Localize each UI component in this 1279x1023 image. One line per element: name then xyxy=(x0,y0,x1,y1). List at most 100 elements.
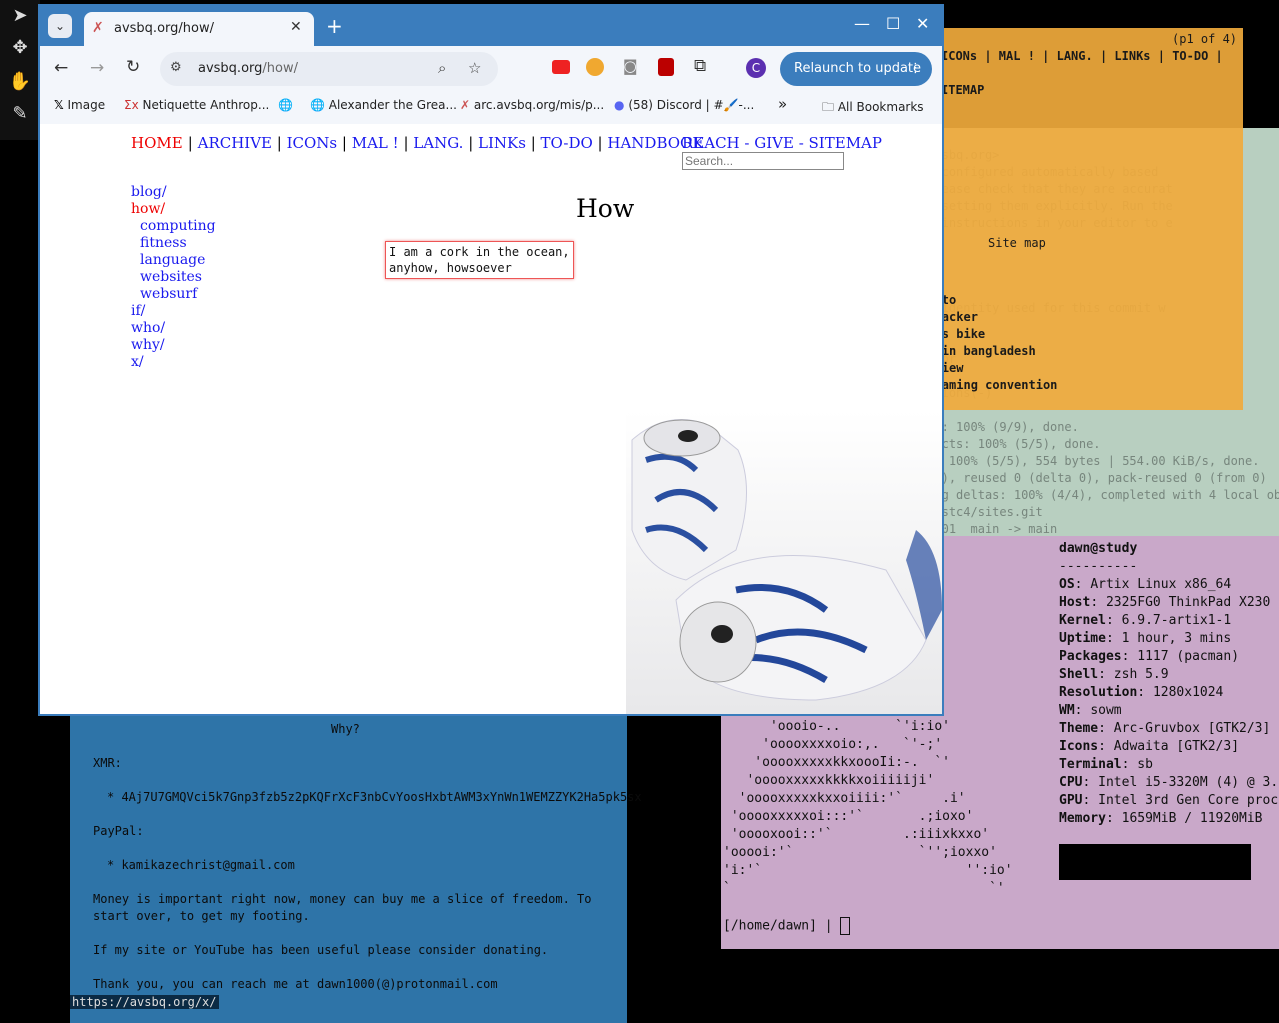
site-nav: HOME | ARCHIVE | ICONs | MAL ! | LANG. |… xyxy=(131,133,704,152)
relaunch-button[interactable]: Relaunch to update ⋮ xyxy=(780,52,932,86)
camera-icon[interactable]: ◙ xyxy=(623,57,638,75)
nav-link[interactable]: ICONs xyxy=(287,134,338,152)
maximize-icon[interactable]: ☐ xyxy=(886,14,900,33)
search-input[interactable] xyxy=(682,152,844,170)
sidebar-sub-item[interactable]: language xyxy=(140,252,216,269)
porcelain-cans-image xyxy=(626,410,942,714)
all-bookmarks[interactable]: 🗀 All Bookmarks xyxy=(822,98,924,119)
fetch-row: Icons: Adwaita [GTK2/3] xyxy=(1059,739,1240,754)
paypal-address: * kamikazechrist@gmail.com xyxy=(107,858,295,872)
bookmark-netiquette[interactable]: Σx Netiquette Anthrop... xyxy=(124,98,269,112)
bookmarks-bar: 𝕏 Image Σx Netiquette Anthrop... 🌐 🌐 Ale… xyxy=(40,92,942,125)
why-title: Why? xyxy=(331,722,360,736)
sidebar-item[interactable]: who/ xyxy=(131,320,216,337)
sidebar-rest: if/who/why/x/ xyxy=(131,303,216,371)
bookmark-globe[interactable]: 🌐 xyxy=(278,98,293,112)
sidebar-item[interactable]: if/ xyxy=(131,303,216,320)
links-nav: ICONs | MAL ! | LANG. | LINKs | TO-DO | xyxy=(941,49,1223,63)
sidebar-sub-item[interactable]: websurf xyxy=(140,286,216,303)
sitemap-heading: Site map xyxy=(988,236,1046,250)
site-favicon-icon: ✗ xyxy=(92,20,104,36)
ublock-icon[interactable] xyxy=(658,58,674,76)
fetch-row: GPU: Intel 3rd Gen Core proc xyxy=(1059,793,1279,808)
fetch-separator: ---------- xyxy=(1059,559,1138,574)
nav-link[interactable]: LANG. xyxy=(413,134,463,152)
nav-link[interactable]: ARCHIVE xyxy=(198,134,272,152)
fetch-user: dawn@study xyxy=(1059,541,1138,556)
sidebar-sub-item[interactable]: fitness xyxy=(140,235,216,252)
browser-window[interactable]: ⌄ ✗ avsbq.org/how/ ✕ + — ☐ ✕ ← → ↻ ⚙ avs… xyxy=(38,4,944,716)
sidebar: blog/ how/ computing fitness language websi… xyxy=(131,184,216,371)
tab-close-icon[interactable]: ✕ xyxy=(290,19,302,35)
page-title: How xyxy=(576,194,635,223)
nav-link[interactable]: MAL ! xyxy=(352,134,399,152)
fetch-row: Resolution: 1280x1024 xyxy=(1059,685,1224,700)
nav-home[interactable]: HOME xyxy=(131,134,183,152)
extension-on-icon[interactable] xyxy=(552,60,570,74)
tab-search-icon[interactable]: ⌄ xyxy=(48,14,72,38)
sidebar-item[interactable]: why/ xyxy=(131,337,216,354)
reload-icon[interactable]: ↻ xyxy=(126,57,140,77)
money-line-1: Money is important right now, money can … xyxy=(93,892,592,906)
nav-link[interactable]: TO-DO xyxy=(541,134,593,152)
tab-active[interactable]: ✗ avsbq.org/how/ ✕ xyxy=(84,12,314,46)
toolbar: ← → ↻ ⚙ avsbq.org/how/ ⌕ ☆ ◙ ⧉ C Relaunc… xyxy=(40,46,942,92)
thanks-line: Thank you, you can reach me at dawn1000(… xyxy=(93,977,498,991)
quote-box: I am a cork in the ocean, anyhow, howsoev… xyxy=(385,241,574,279)
status-url: https://avsbq.org/x/ xyxy=(70,995,219,1009)
sidebar-how[interactable]: how/ xyxy=(131,201,216,218)
new-tab-icon[interactable]: + xyxy=(326,14,343,38)
site-info-icon[interactable]: ⚙ xyxy=(170,60,182,75)
forward-icon[interactable]: → xyxy=(90,58,104,78)
address-bar[interactable]: ⚙ avsbq.org/how/ ⌕ ☆ xyxy=(160,52,498,86)
donate-line: If my site or YouTube has been useful pl… xyxy=(93,943,549,957)
extensions-icon[interactable]: ⧉ xyxy=(694,56,706,76)
bookmarks-overflow-icon[interactable]: » xyxy=(778,95,787,113)
zoom-icon[interactable]: ⌕ xyxy=(438,59,446,77)
pointer-icon[interactable]: ➤ xyxy=(8,4,32,28)
xmr-address: * 4Aj7U7GMQVci5k7Gnp3fzb5z2pKQFrXcF3nbCv… xyxy=(107,790,642,804)
fetch-row: OS: Artix Linux x86_64 xyxy=(1059,577,1232,592)
shell-prompt[interactable]: [/home/dawn] | xyxy=(723,917,851,936)
menu-dots-icon[interactable]: ⋮ xyxy=(895,52,922,86)
fetch-row: Uptime: 1 hour, 3 mins xyxy=(1059,631,1232,646)
sidebar-sub-item[interactable]: computing xyxy=(140,218,216,235)
fetch-row: Host: 2325FG0 ThinkPad X230 xyxy=(1059,595,1271,610)
links-nav-2: ITEMAP xyxy=(941,83,985,97)
sidebar-sub-item[interactable]: websites xyxy=(140,269,216,286)
fetch-row: Shell: zsh 5.9 xyxy=(1059,667,1169,682)
profile-avatar[interactable]: C xyxy=(746,58,766,78)
money-line-2: start over, to get my footing. xyxy=(93,909,310,923)
fetch-info: dawn@study ---------- OS: Artix Linux x8… xyxy=(1059,540,1278,828)
sidebar-item[interactable]: x/ xyxy=(131,354,216,371)
nav-links: | ARCHIVE | ICONs | MAL ! | LANG. | LINK… xyxy=(187,134,704,152)
bookmark-image[interactable]: 𝕏 Image xyxy=(54,98,105,112)
bookmark-discord[interactable]: ● (58) Discord | #🖌️-... xyxy=(614,98,754,112)
minimize-icon[interactable]: — xyxy=(854,14,870,33)
back-icon[interactable]: ← xyxy=(54,58,68,78)
fetch-row: Packages: 1117 (pacman) xyxy=(1059,649,1240,664)
web-page: HOME | ARCHIVE | ICONs | MAL ! | LANG. |… xyxy=(40,124,942,714)
window-dock: ➤ ✥ ✋ ✎ xyxy=(0,0,40,140)
tab-title: avsbq.org/how/ xyxy=(114,21,214,36)
sidebar-blog[interactable]: blog/ xyxy=(131,184,216,201)
bookmark-star-icon[interactable]: ☆ xyxy=(468,59,481,77)
fetch-row: WM: sowm xyxy=(1059,703,1122,718)
move-pointer-icon[interactable]: ✥ xyxy=(8,36,32,60)
fetch-row: CPU: Intel i5-3320M (4) @ 3. xyxy=(1059,775,1279,790)
pen-icon[interactable]: ✎ xyxy=(8,102,32,126)
bookmark-alexander[interactable]: 🌐 Alexander the Grea... xyxy=(310,98,457,112)
ascii-logo: 'i' 'oooio-.. `'i:io' 'ooooxxxxoio:,. `'… xyxy=(723,701,1013,896)
url-text: avsbq.org/how/ xyxy=(198,61,298,76)
close-window-icon[interactable]: ✕ xyxy=(916,14,929,33)
fetch-row: Memory: 1659MiB / 11920MiB xyxy=(1059,811,1263,826)
nav-link[interactable]: LINKs xyxy=(478,134,526,152)
extension-orange-icon[interactable] xyxy=(586,58,604,76)
sidebar-sub: computing fitness language websites websurf xyxy=(131,218,216,303)
paypal-label: PayPal: xyxy=(93,824,144,838)
nav-right[interactable]: REACH - GIVE - SITEMAP xyxy=(682,133,882,152)
fetch-rows: OS: Artix Linux x86_64 Host: 2325FG0 Thin… xyxy=(1059,576,1278,828)
bookmark-arc[interactable]: ✗ arc.avsbq.org/mis/p... xyxy=(460,98,604,112)
xmr-label: XMR: xyxy=(93,756,122,770)
hand-icon[interactable]: ✋ xyxy=(8,70,32,94)
